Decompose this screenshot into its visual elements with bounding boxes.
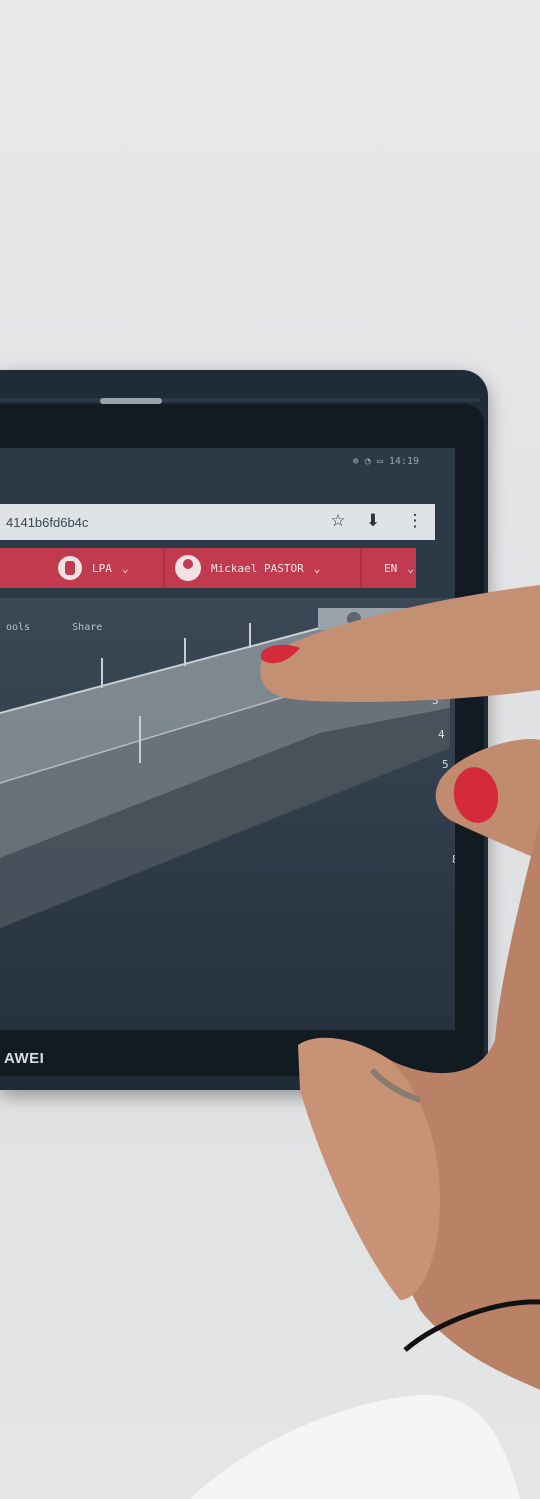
hand-illustration [190,585,540,1499]
